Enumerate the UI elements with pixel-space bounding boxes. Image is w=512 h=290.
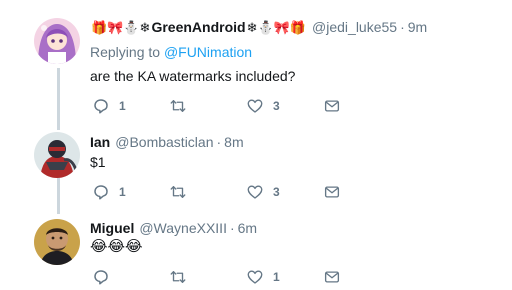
superhero-avatar-image xyxy=(34,132,80,178)
replying-to-label: Replying to xyxy=(90,44,164,60)
username-handle[interactable]: @jedi_luke55 xyxy=(312,19,397,35)
man-portrait-avatar-image xyxy=(34,219,80,265)
direct-message-button[interactable] xyxy=(323,182,400,202)
tweet-actions: 1 xyxy=(92,267,400,287)
reply-icon xyxy=(94,185,108,200)
retweet-icon xyxy=(170,271,186,283)
avatar[interactable] xyxy=(34,132,80,178)
tweet-text: 😂😂😂 xyxy=(90,238,143,255)
anime-girl-avatar-image xyxy=(34,18,80,64)
envelope-icon xyxy=(324,186,340,198)
retweet-button[interactable] xyxy=(169,182,246,202)
heart-icon xyxy=(247,270,263,284)
display-name[interactable]: Miguel xyxy=(90,220,134,236)
retweet-icon xyxy=(170,186,186,198)
tweet-header: Ian @Bombasticlan · 8m xyxy=(90,134,244,150)
tweet[interactable]: Ian @Bombasticlan · 8m $1 1 3 xyxy=(0,128,512,206)
reply-button[interactable]: 1 xyxy=(92,182,169,202)
avatar[interactable] xyxy=(34,219,80,265)
like-button[interactable]: 3 xyxy=(246,182,323,202)
envelope-icon xyxy=(324,271,340,283)
timestamp[interactable]: 9m xyxy=(408,19,427,35)
separator-dot: · xyxy=(229,220,235,236)
tweet[interactable]: Miguel @WayneXXIII · 6m 😂😂😂 1 xyxy=(0,214,512,290)
festive-emoji-prefix: 🎁🎀⛄❄ xyxy=(91,19,151,35)
tweet-actions: 1 3 xyxy=(92,96,400,116)
tweet-text: are the KA watermarks included? xyxy=(90,68,296,84)
heart-icon xyxy=(247,99,263,113)
retweet-button[interactable] xyxy=(169,96,246,116)
heart-icon xyxy=(247,185,263,199)
separator-dot: · xyxy=(216,134,222,150)
replying-to-link[interactable]: @FUNimation xyxy=(164,44,252,60)
replying-to-line: Replying to @FUNimation xyxy=(90,44,252,60)
like-count: 3 xyxy=(273,185,280,199)
username-handle[interactable]: @WayneXXIII xyxy=(139,220,227,236)
tweet-header: Miguel @WayneXXIII · 6m xyxy=(90,220,257,236)
display-name[interactable]: Ian xyxy=(90,134,110,150)
like-button[interactable]: 3 xyxy=(246,96,323,116)
reply-count: 1 xyxy=(119,99,126,113)
like-button[interactable]: 1 xyxy=(246,267,323,287)
reply-icon xyxy=(94,99,108,114)
festive-emoji-suffix: ❄⛄🎀🎁 xyxy=(246,19,307,35)
retweet-button[interactable] xyxy=(169,267,246,287)
tweet-actions: 1 3 xyxy=(92,182,400,202)
tweet-header: 🎁🎀⛄❄ GreenAndroid ❄⛄🎀🎁 @jedi_luke55 · 9m xyxy=(90,19,427,35)
reply-count: 1 xyxy=(119,185,126,199)
timestamp[interactable]: 8m xyxy=(224,134,243,150)
reply-button[interactable] xyxy=(92,267,169,287)
direct-message-button[interactable] xyxy=(323,96,400,116)
like-count: 1 xyxy=(273,270,280,284)
username-handle[interactable]: @Bombasticlan xyxy=(115,134,213,150)
tweet-text: $1 xyxy=(90,154,106,170)
tweet[interactable]: 🎁🎀⛄❄ GreenAndroid ❄⛄🎀🎁 @jedi_luke55 · 9m… xyxy=(0,0,512,128)
like-count: 3 xyxy=(273,99,280,113)
envelope-icon xyxy=(324,100,340,112)
avatar[interactable] xyxy=(34,18,80,64)
reply-icon xyxy=(94,270,108,285)
retweet-icon xyxy=(170,100,186,112)
display-name[interactable]: GreenAndroid xyxy=(151,19,245,35)
timestamp[interactable]: 6m xyxy=(238,220,257,236)
direct-message-button[interactable] xyxy=(323,267,400,287)
reply-button[interactable]: 1 xyxy=(92,96,169,116)
separator-dot: · xyxy=(400,19,405,35)
